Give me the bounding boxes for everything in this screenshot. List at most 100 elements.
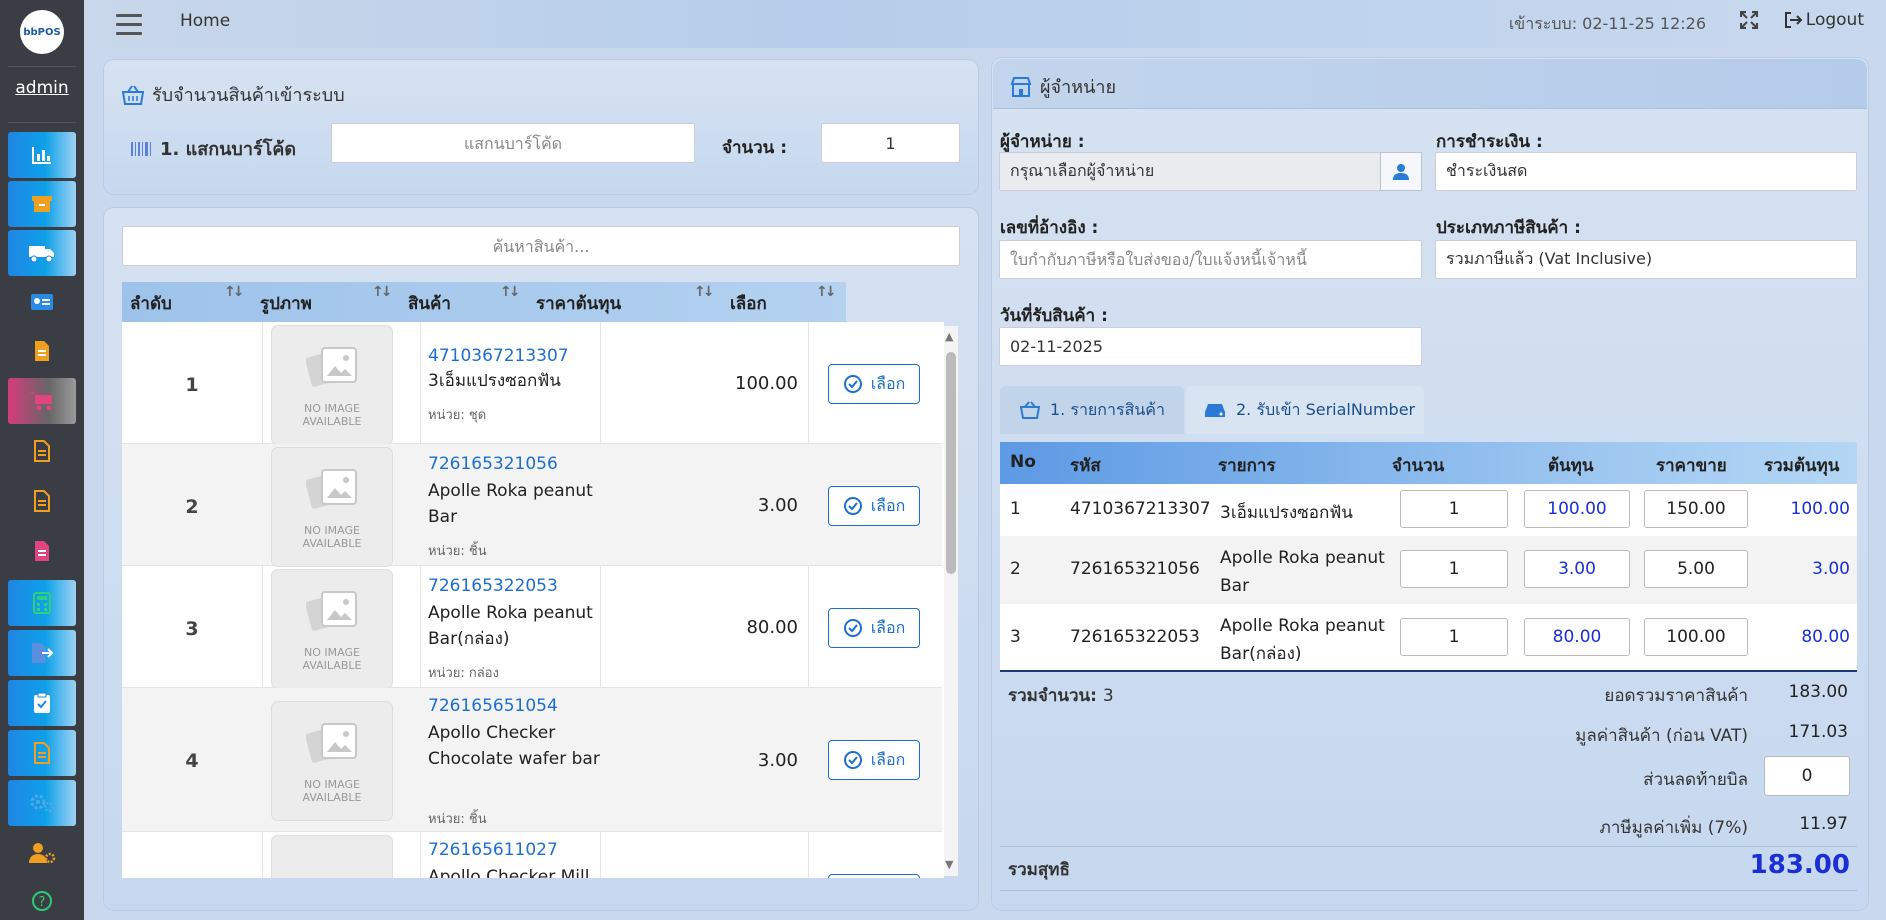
sidebar-item-report-2[interactable] <box>8 428 76 474</box>
sidebar-item-receive[interactable] <box>8 230 76 276</box>
logout-button[interactable]: Logout <box>1783 10 1864 30</box>
basket-icon <box>1020 401 1040 419</box>
menu-toggle-icon[interactable] <box>116 14 142 36</box>
row-no: 2 <box>185 496 199 518</box>
login-info: เข้าระบบ: 02-11-25 12:26 <box>1508 14 1706 33</box>
no-image-text: AVAILABLE <box>302 415 362 428</box>
discount-input[interactable]: 0 <box>1764 756 1850 796</box>
sidebar-item-export[interactable] <box>8 630 76 676</box>
sidebar-item-help[interactable]: ? <box>8 878 76 920</box>
barcode-icon <box>131 141 151 156</box>
item-qty-input[interactable]: 1 <box>1400 490 1508 528</box>
sort-icon[interactable]: ↑↓ <box>694 284 715 300</box>
sidebar-item-calculator[interactable] <box>8 580 76 626</box>
sidebar-item-purchase[interactable] <box>8 378 76 424</box>
product-code-link[interactable]: 726165321056 <box>428 454 558 474</box>
tab-product-list[interactable]: 1. รายการสินค้า <box>1000 386 1184 434</box>
item-price-input[interactable]: 100.00 <box>1644 618 1748 656</box>
user-gear-icon <box>29 843 56 864</box>
id-card-icon <box>31 294 53 310</box>
table-row: 4 NO IMAGE AVAILABLE 726165651054 Apollo … <box>122 688 942 832</box>
item-cost-input[interactable]: 100.00 <box>1524 490 1630 528</box>
item-name: Apolle Roka peanut Bar <box>1220 548 1385 596</box>
check-circle-icon <box>843 497 862 515</box>
col-header-select[interactable]: เลือก <box>730 290 767 317</box>
sort-icon[interactable]: ↑↓ <box>816 284 837 300</box>
select-product-button[interactable]: เลือก <box>828 486 920 526</box>
item-qty-input[interactable]: 1 <box>1400 618 1508 656</box>
choose-supplier-button[interactable] <box>1380 152 1422 191</box>
scroll-down-icon[interactable]: ▼ <box>945 858 953 871</box>
table-row: 1 NO IMAGE AVAILABLE 4710367213307 3เอ็มแ… <box>122 322 942 444</box>
payment-select[interactable] <box>1435 152 1857 191</box>
receive-date-input[interactable] <box>999 327 1422 366</box>
col-header-no[interactable]: ลำดับ <box>130 290 172 317</box>
sidebar-item-checklist[interactable] <box>8 680 76 726</box>
bar-chart-icon <box>32 147 51 164</box>
item-price-input[interactable]: 150.00 <box>1644 490 1748 528</box>
sort-icon[interactable]: ↑↓ <box>224 284 245 300</box>
product-cost: 3.00 <box>757 750 798 771</box>
sidebar-item-settings[interactable] <box>8 780 76 826</box>
drive-icon <box>1205 404 1225 417</box>
fullscreen-icon[interactable] <box>1739 10 1759 33</box>
table-row: 2 NO IMAGE AVAILABLE 726165321056 Apolle … <box>122 444 942 566</box>
product-search-input[interactable] <box>122 226 960 266</box>
item-no: 1 <box>1010 499 1021 519</box>
product-code-link[interactable]: 726165651054 <box>428 696 558 716</box>
product-code-link[interactable]: 4710367213307 <box>428 346 569 366</box>
item-qty-input[interactable]: 1 <box>1400 550 1508 588</box>
select-product-button[interactable] <box>828 874 920 878</box>
supplier-select[interactable] <box>999 152 1381 191</box>
tax-type-select[interactable] <box>1435 240 1857 279</box>
sidebar-item-members[interactable] <box>8 279 76 325</box>
item-price-input[interactable]: 5.00 <box>1644 550 1748 588</box>
sidebar-item-report-3[interactable] <box>8 478 76 524</box>
barcode-input[interactable] <box>331 123 695 163</box>
no-image-text: NO IMAGE <box>304 778 360 791</box>
item-cost-input[interactable]: 3.00 <box>1524 550 1630 588</box>
app-logo[interactable]: bbPOS <box>20 10 64 54</box>
col-header-cost[interactable]: ราคาต้นทุน <box>536 290 621 317</box>
sidebar-item-dashboard[interactable] <box>8 132 76 178</box>
qty-input[interactable] <box>821 123 960 163</box>
product-code-link[interactable]: 726165322053 <box>428 576 558 596</box>
table-row: 2 726165321056 Apolle Roka peanut Bar 1 … <box>1000 536 1857 604</box>
before-vat-label: มูลค่าสินค้า (ก่อน VAT) <box>1575 726 1748 746</box>
no-image-placeholder: NO IMAGE AVAILABLE <box>272 326 392 444</box>
product-code-link[interactable]: 726165611027 <box>428 840 558 860</box>
sidebar-item-report-5[interactable] <box>8 730 76 776</box>
document-pink-icon <box>35 541 49 561</box>
col-header-image[interactable]: รูปภาพ <box>260 290 312 317</box>
sidebar-item-report-4[interactable] <box>8 528 76 574</box>
supplier-panel-title: ผู้จำหน่าย <box>1010 72 1116 101</box>
scroll-up-icon[interactable]: ▲ <box>945 330 953 343</box>
col-header-product[interactable]: สินค้า <box>408 290 451 317</box>
check-circle-icon <box>843 375 862 393</box>
tab-serial-number[interactable]: 2. รับเข้า SerialNumber <box>1186 386 1424 434</box>
col-header-item: รายการ <box>1218 456 1276 476</box>
sidebar-item-report-1[interactable] <box>8 328 76 374</box>
export-icon <box>32 643 54 663</box>
sort-icon[interactable]: ↑↓ <box>500 284 521 300</box>
home-link[interactable]: Home <box>180 11 230 31</box>
basket-icon <box>122 84 144 105</box>
select-product-button[interactable]: เลือก <box>828 608 920 648</box>
scan-label: 1. แสกนบาร์โค้ด <box>130 134 296 163</box>
scrollbar-thumb[interactable] <box>946 352 956 574</box>
no-image-text: AVAILABLE <box>302 791 362 804</box>
product-name: Apolle Roka peanut Bar(กล่อง) <box>428 603 593 649</box>
subtotal-label: ยอดรวมราคาสินค้า <box>1604 686 1748 706</box>
col-header-cost: ต้นทุน <box>1548 456 1594 476</box>
no-image-placeholder <box>272 836 392 878</box>
select-product-button[interactable]: เลือก <box>828 364 920 404</box>
sidebar-item-products[interactable] <box>8 181 76 227</box>
sidebar-item-user-settings[interactable] <box>8 830 76 876</box>
sidebar-user-link[interactable]: admin <box>0 78 84 98</box>
product-name: 3เอ็มแปรงซอกฟัน <box>428 371 561 391</box>
reference-input[interactable] <box>999 240 1422 279</box>
item-cost-input[interactable]: 80.00 <box>1524 618 1630 656</box>
select-product-button[interactable]: เลือก <box>828 740 920 780</box>
sort-icon[interactable]: ↑↓ <box>372 284 393 300</box>
supplier-panel-header <box>993 59 1867 109</box>
